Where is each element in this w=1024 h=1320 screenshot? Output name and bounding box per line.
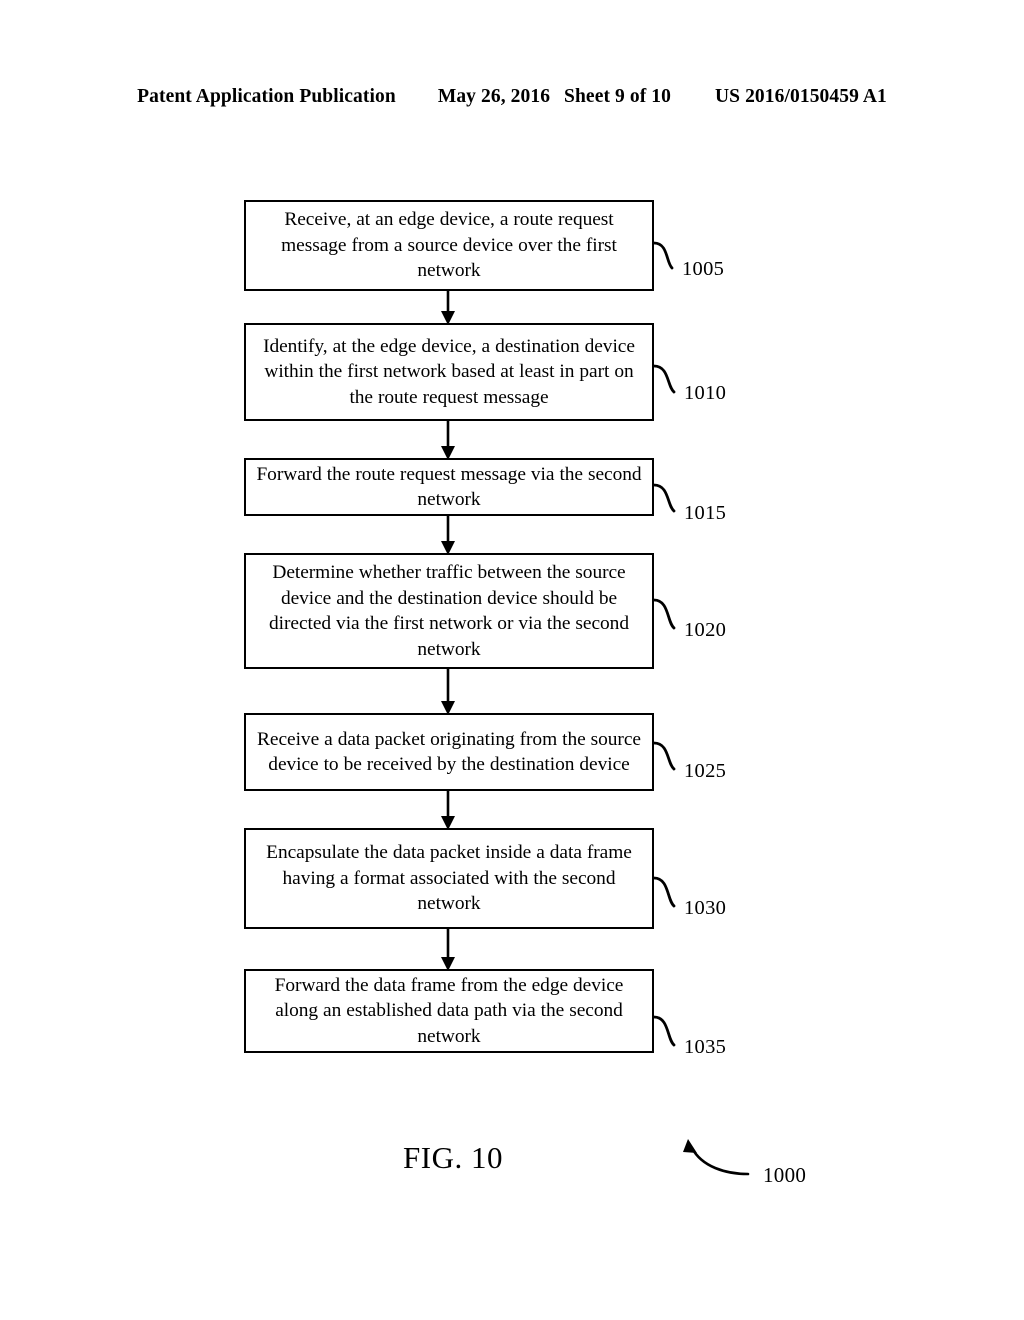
leader-1020 [652, 598, 676, 630]
leader-1030 [652, 876, 676, 908]
flow-step-1015-text: Forward the route request message via th… [256, 463, 642, 511]
flow-step-1025[interactable]: Receive a data packet originating from t… [244, 713, 654, 791]
leader-1035 [652, 1015, 676, 1047]
ref-label-1005: 1005 [682, 258, 725, 280]
arrowhead-1000 [683, 1139, 697, 1153]
leader-1010 [652, 364, 676, 394]
figure-overall-reference: 1000 [763, 1163, 807, 1187]
flow-step-1020[interactable]: Determine whether traffic between the so… [244, 553, 654, 669]
flow-step-1020-text: Determine whether traffic between the so… [269, 562, 629, 660]
flow-step-1035[interactable]: Forward the data frame from the edge dev… [244, 969, 654, 1053]
leader-1000 [690, 1146, 750, 1176]
flow-step-1035-text: Forward the data frame from the edge dev… [274, 974, 624, 1047]
ref-label-1010: 1010 [684, 382, 727, 404]
ref-label-1025: 1025 [684, 760, 727, 782]
flow-step-1010-text: Identify, at the edge device, a destinat… [263, 335, 635, 408]
flow-step-1015[interactable]: Forward the route request message via th… [244, 458, 654, 516]
flow-step-1010[interactable]: Identify, at the edge device, a destinat… [244, 323, 654, 421]
flowchart: Receive, at an edge device, a route requ… [0, 0, 1024, 1320]
leader-1005 [652, 241, 674, 270]
leader-1015 [652, 483, 676, 513]
flow-step-1005-text: Receive, at an edge device, a route requ… [281, 209, 617, 282]
figure-caption: FIG. 10 [403, 1140, 503, 1175]
flow-step-1030-text: Encapsulate the data packet inside a dat… [266, 842, 632, 915]
flow-step-1005[interactable]: Receive, at an edge device, a route requ… [244, 200, 654, 291]
ref-label-1015: 1015 [684, 502, 727, 524]
ref-label-1035: 1035 [684, 1036, 727, 1058]
flow-step-1030[interactable]: Encapsulate the data packet inside a dat… [244, 828, 654, 929]
leader-1025 [652, 741, 676, 771]
flow-step-1025-text: Receive a data packet originating from t… [257, 728, 641, 776]
ref-label-1020: 1020 [684, 619, 727, 641]
ref-label-1030: 1030 [684, 897, 727, 919]
